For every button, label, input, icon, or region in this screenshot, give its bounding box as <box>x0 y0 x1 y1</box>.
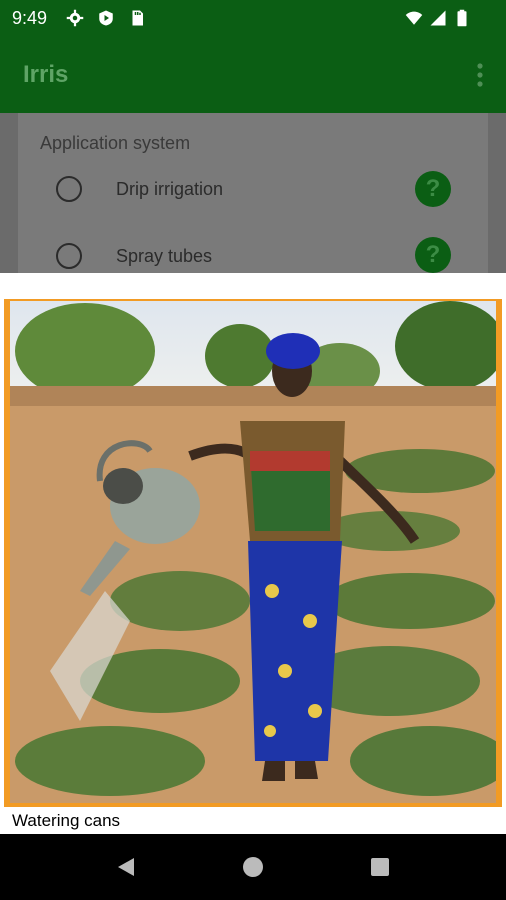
photo-image <box>10 301 496 803</box>
navigation-bar <box>0 834 506 900</box>
help-button[interactable]: ? <box>415 171 451 207</box>
play-protect-icon <box>99 10 113 26</box>
photo-illustration <box>10 301 496 803</box>
option-label: Drip irrigation <box>116 179 224 199</box>
wifi-icon <box>405 11 423 25</box>
radio-button[interactable] <box>56 176 82 202</box>
settings-icon <box>66 9 84 27</box>
status-bar: 9:49 <box>0 0 506 36</box>
cellular-signal-icon <box>430 10 446 26</box>
app-bar: Irris <box>0 36 506 113</box>
help-button[interactable]: ? <box>415 237 451 273</box>
sd-card-icon <box>132 10 143 26</box>
watering-can-photo <box>4 299 502 807</box>
overflow-menu-icon[interactable] <box>476 62 484 88</box>
option-drip-irrigation[interactable]: Drip irrigation ? <box>0 168 506 208</box>
home-icon[interactable] <box>241 855 265 879</box>
battery-icon <box>457 9 467 27</box>
photo-caption: Watering cans <box>12 811 121 830</box>
section-title: Application system <box>40 133 191 153</box>
recents-icon[interactable] <box>368 855 392 879</box>
status-time: 9:49 <box>12 8 48 28</box>
option-spray-tubes[interactable]: Spray tubes ? <box>0 236 506 276</box>
radio-button[interactable] <box>56 243 82 269</box>
app-title: Irris <box>23 61 69 88</box>
back-icon[interactable] <box>114 855 138 879</box>
option-label: Spray tubes <box>116 246 213 266</box>
